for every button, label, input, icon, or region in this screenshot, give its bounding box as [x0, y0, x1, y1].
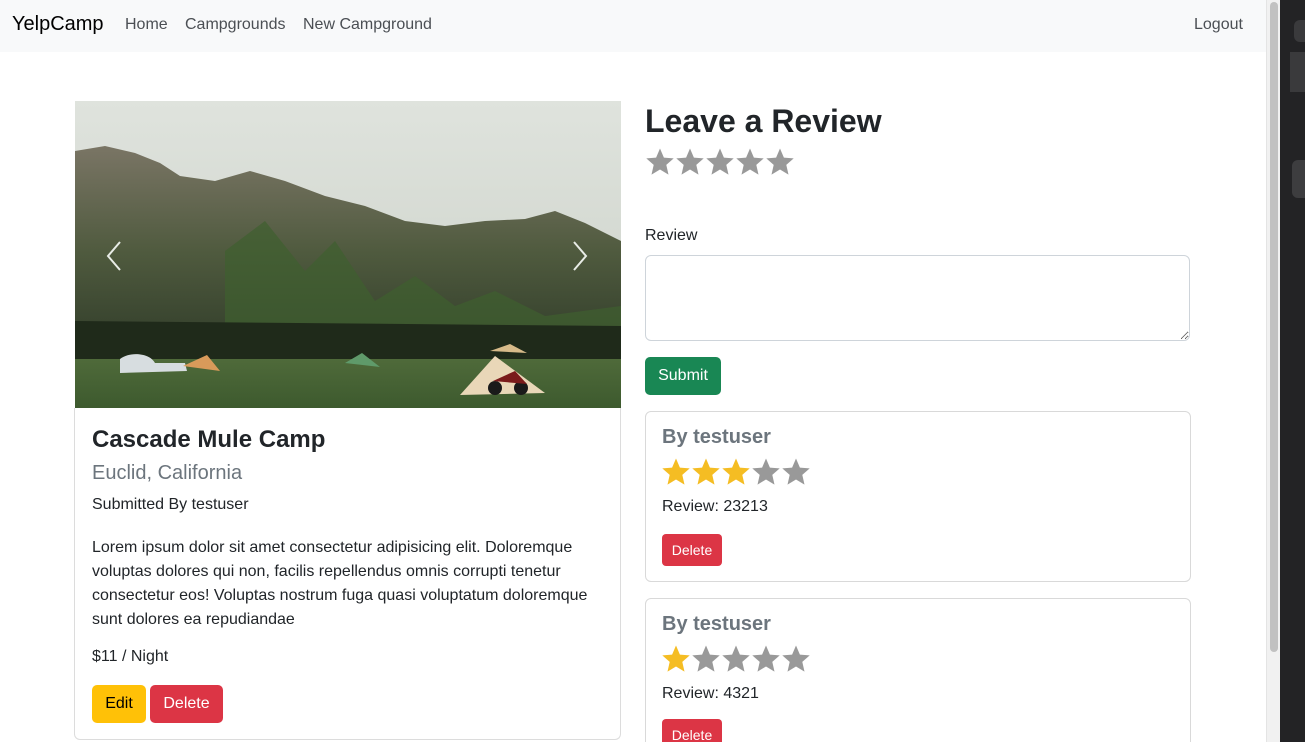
star-empty-icon[interactable]	[645, 147, 675, 177]
review-rating	[661, 457, 811, 487]
review-form-heading: Leave a Review	[645, 103, 882, 139]
campground-description: Lorem ipsum dolor sit amet consectetur a…	[92, 539, 588, 628]
star-empty-icon	[692, 645, 720, 672]
star-empty-icon	[752, 458, 780, 485]
rating-input[interactable]	[645, 147, 795, 177]
star-empty-icon	[782, 645, 810, 672]
carousel-prev-icon[interactable]	[100, 236, 130, 276]
campground-carousel	[75, 101, 621, 408]
campground-photo	[75, 101, 621, 408]
star-empty-icon	[722, 645, 750, 672]
review-card: By testuser Review: 23213 Delete	[645, 411, 1191, 582]
review-text: Review: 4321	[662, 685, 759, 702]
star-empty-icon[interactable]	[735, 147, 765, 177]
delete-review-button[interactable]: Delete	[662, 534, 722, 566]
window-edge-panel	[1290, 52, 1305, 92]
nav-link-home[interactable]: Home	[125, 16, 168, 34]
delete-campground-button[interactable]: Delete	[150, 685, 223, 723]
nav-link-campgrounds[interactable]: Campgrounds	[185, 16, 286, 34]
review-card: By testuser Review: 4321 Delete	[645, 598, 1191, 742]
campground-location: Euclid, California	[92, 462, 243, 484]
browser-viewport: YelpCamp Home Campgrounds New Campground…	[0, 0, 1266, 742]
campground-price: $11 / Night	[92, 648, 169, 665]
nav-link-logout[interactable]: Logout	[1194, 16, 1243, 34]
star-filled-icon	[722, 458, 750, 485]
star-filled-icon	[662, 458, 690, 485]
nav-link-new-campground[interactable]: New Campground	[303, 16, 432, 34]
review-author: By testuser	[662, 426, 771, 448]
star-empty-icon[interactable]	[675, 147, 705, 177]
star-empty-icon	[782, 458, 810, 485]
campground-title: Cascade Mule Camp	[92, 426, 326, 453]
star-empty-icon[interactable]	[765, 147, 795, 177]
review-label: Review	[645, 227, 698, 244]
scrollbar-thumb[interactable]	[1270, 2, 1278, 652]
campground-author: Submitted By testuser	[92, 496, 249, 513]
adjacent-window-edge	[1280, 0, 1305, 742]
star-empty-icon	[752, 645, 780, 672]
star-filled-icon	[692, 458, 720, 485]
review-textarea[interactable]	[645, 255, 1190, 341]
brand-logo[interactable]: YelpCamp	[12, 13, 104, 36]
campground-card: Cascade Mule Camp Euclid, California Sub…	[74, 408, 621, 740]
page-scrollbar[interactable]	[1266, 0, 1280, 742]
review-rating	[661, 644, 811, 674]
edit-campground-button[interactable]: Edit	[92, 685, 146, 723]
navbar: YelpCamp Home Campgrounds New Campground…	[0, 0, 1266, 52]
carousel-next-icon[interactable]	[564, 236, 594, 276]
submit-review-button[interactable]: Submit	[645, 357, 721, 395]
window-edge-control	[1294, 20, 1305, 42]
star-filled-icon	[662, 645, 690, 672]
delete-review-button[interactable]: Delete	[662, 719, 722, 742]
star-empty-icon[interactable]	[705, 147, 735, 177]
review-text: Review: 23213	[662, 498, 768, 515]
window-edge-tab	[1292, 160, 1305, 198]
review-author: By testuser	[662, 613, 771, 635]
